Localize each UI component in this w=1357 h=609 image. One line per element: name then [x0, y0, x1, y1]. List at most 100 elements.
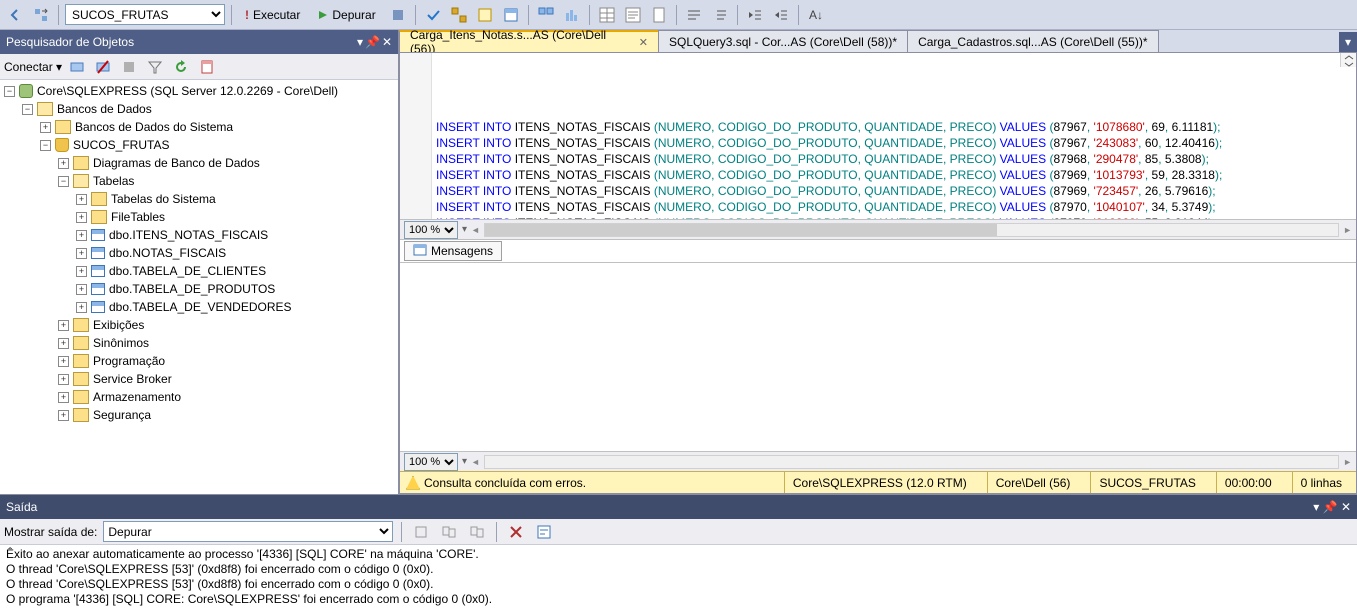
filetables-node[interactable]: +FileTables: [0, 208, 398, 226]
include-plan-icon[interactable]: [535, 4, 557, 26]
system-databases-node[interactable]: +Bancos de Dados do Sistema: [0, 118, 398, 136]
output-prev-icon[interactable]: [410, 521, 432, 543]
expand-icon[interactable]: +: [58, 374, 69, 385]
zoom-dropdown-icon[interactable]: ▾: [462, 224, 467, 235]
expand-icon[interactable]: +: [58, 392, 69, 403]
expand-icon[interactable]: +: [76, 284, 87, 295]
refresh-icon[interactable]: [170, 56, 192, 78]
stop-icon[interactable]: [387, 4, 409, 26]
editor-indicator-bar[interactable]: [1340, 53, 1356, 67]
output-find-icon[interactable]: [438, 521, 460, 543]
server-node[interactable]: −Core\SQLEXPRESS (SQL Server 12.0.2269 -…: [0, 82, 398, 100]
execute-button[interactable]: ! Executar: [238, 4, 307, 26]
tab-close-icon[interactable]: ✕: [639, 36, 648, 49]
disconnect-icon[interactable]: [92, 56, 114, 78]
tab-carga-itens[interactable]: Carga_Itens_Notas.s...AS (Core\Dell (56)…: [399, 30, 659, 52]
synonyms-node[interactable]: + Sinônimos: [0, 334, 398, 352]
clear-output-icon[interactable]: [505, 521, 527, 543]
panel-dropdown-icon[interactable]: ▾: [1313, 500, 1319, 514]
expand-icon[interactable]: +: [58, 158, 69, 169]
object-tree[interactable]: −Core\SQLEXPRESS (SQL Server 12.0.2269 -…: [0, 80, 398, 494]
system-tables-node[interactable]: +Tabelas do Sistema: [0, 190, 398, 208]
expand-icon[interactable]: +: [76, 302, 87, 313]
tables-node[interactable]: −Tabelas: [0, 172, 398, 190]
zoom-dropdown-icon[interactable]: ▾: [462, 456, 467, 467]
connect-server-icon[interactable]: [66, 56, 88, 78]
tab-sqlquery3[interactable]: SQLQuery3.sql - Cor...AS (Core\Dell (58)…: [658, 30, 908, 52]
uncomment-icon[interactable]: [709, 4, 731, 26]
collapse-icon[interactable]: −: [40, 140, 51, 151]
output-text[interactable]: Êxito ao anexar automaticamente ao proce…: [0, 545, 1357, 609]
table-icon: [91, 265, 105, 277]
toggle-wrap-icon[interactable]: [533, 521, 555, 543]
indent-icon[interactable]: [770, 4, 792, 26]
messages-pane[interactable]: [400, 263, 1356, 451]
results-text-icon[interactable]: [622, 4, 644, 26]
comment-icon[interactable]: [683, 4, 705, 26]
expand-icon[interactable]: +: [58, 338, 69, 349]
table-produtos-node[interactable]: +dbo.TABELA_DE_PRODUTOS: [0, 280, 398, 298]
panel-pin-icon[interactable]: 📌: [1323, 500, 1338, 514]
expand-icon[interactable]: +: [76, 194, 87, 205]
parse-icon[interactable]: [422, 4, 444, 26]
programmability-node[interactable]: +Programação: [0, 352, 398, 370]
panel-dropdown-icon[interactable]: ▾: [357, 35, 363, 49]
include-stats-icon[interactable]: [561, 4, 583, 26]
filter-icon[interactable]: [144, 56, 166, 78]
report-icon[interactable]: [196, 56, 218, 78]
collapse-icon[interactable]: −: [22, 104, 33, 115]
specify-values-icon[interactable]: A↓: [805, 4, 827, 26]
output-next-icon[interactable]: [466, 521, 488, 543]
messages-hscroll[interactable]: [484, 455, 1339, 469]
zoom-combo[interactable]: 100 %: [404, 221, 458, 239]
expand-icon[interactable]: +: [76, 230, 87, 241]
editor-hscroll[interactable]: [484, 223, 1339, 237]
output-title: Saída: [6, 500, 37, 514]
messages-tab-label: Mensagens: [431, 244, 493, 258]
table-notas-node[interactable]: +dbo.NOTAS_FISCAIS: [0, 244, 398, 262]
expand-icon[interactable]: +: [58, 410, 69, 421]
panel-pin-icon[interactable]: 📌: [365, 35, 380, 49]
database-combo[interactable]: SUCOS_FRUTAS: [65, 4, 225, 25]
nav-back-icon[interactable]: [4, 4, 26, 26]
query-options-icon[interactable]: [474, 4, 496, 26]
zoom-combo[interactable]: 100 %: [404, 453, 458, 471]
change-type-icon[interactable]: [30, 4, 52, 26]
views-node[interactable]: +Exibições: [0, 316, 398, 334]
database-sucos-frutas-node[interactable]: −SUCOS_FRUTAS: [0, 136, 398, 154]
panel-close-icon[interactable]: ✕: [382, 35, 392, 49]
estimated-plan-icon[interactable]: [448, 4, 470, 26]
split-icon[interactable]: [1343, 55, 1355, 67]
security-node[interactable]: +Segurança: [0, 406, 398, 424]
outdent-icon[interactable]: [744, 4, 766, 26]
collapse-icon[interactable]: −: [4, 86, 15, 97]
sql-editor[interactable]: INSERT INTO ITENS_NOTAS_FISCAIS (NUMERO,…: [400, 53, 1356, 219]
storage-node[interactable]: +Armazenamento: [0, 388, 398, 406]
node-label: dbo.TABELA_DE_CLIENTES: [109, 264, 266, 278]
diagrams-node[interactable]: +Diagramas de Banco de Dados: [0, 154, 398, 172]
results-grid-icon[interactable]: [596, 4, 618, 26]
intellisense-icon[interactable]: [500, 4, 522, 26]
tab-carga-cadastros[interactable]: Carga_Cadastros.sql...AS (Core\Dell (55)…: [907, 30, 1158, 52]
stop-oe-icon[interactable]: [118, 56, 140, 78]
expand-icon[interactable]: +: [58, 320, 69, 331]
collapse-icon[interactable]: −: [58, 176, 69, 187]
output-source-combo[interactable]: Depurar: [103, 521, 393, 542]
expand-icon[interactable]: +: [76, 266, 87, 277]
expand-icon[interactable]: +: [76, 212, 87, 223]
service-broker-node[interactable]: +Service Broker: [0, 370, 398, 388]
tabs-overflow-icon[interactable]: ▾: [1339, 32, 1357, 52]
table-vendedores-node[interactable]: +dbo.TABELA_DE_VENDEDORES: [0, 298, 398, 316]
table-clientes-node[interactable]: + dbo.TABELA_DE_CLIENTES: [0, 262, 398, 280]
messages-tab[interactable]: Mensagens: [404, 241, 502, 261]
panel-close-icon[interactable]: ✕: [1341, 500, 1351, 514]
debug-button[interactable]: Depurar: [311, 4, 382, 26]
connect-button[interactable]: Conectar ▾: [4, 60, 62, 74]
results-file-icon[interactable]: [648, 4, 670, 26]
node-label: Sinônimos: [93, 336, 149, 350]
expand-icon[interactable]: +: [76, 248, 87, 259]
databases-node[interactable]: −Bancos de Dados: [0, 100, 398, 118]
table-itens-notas-node[interactable]: +dbo.ITENS_NOTAS_FISCAIS: [0, 226, 398, 244]
expand-icon[interactable]: +: [40, 122, 51, 133]
expand-icon[interactable]: +: [58, 356, 69, 367]
